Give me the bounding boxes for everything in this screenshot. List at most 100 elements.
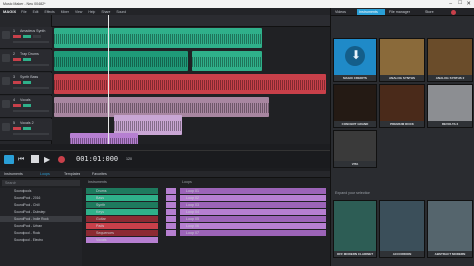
play-button[interactable]: ▶	[44, 155, 50, 164]
instrument-tile[interactable]: PREMIUM ROCK	[379, 84, 425, 128]
volume-slider[interactable]	[13, 110, 49, 112]
instrument-tile[interactable]: VITA	[333, 130, 377, 168]
loop-item[interactable]: Loop 06	[180, 223, 326, 229]
track-header-4[interactable]: 4 Vocals	[0, 96, 52, 118]
loop-button[interactable]	[4, 155, 14, 164]
loop-play-button[interactable]	[166, 230, 176, 236]
menu-sound[interactable]: Sound	[116, 10, 126, 14]
record-button[interactable]	[58, 156, 65, 163]
audio-object[interactable]	[114, 115, 182, 135]
notification-badge[interactable]	[451, 9, 456, 15]
loop-play-button[interactable]	[166, 195, 176, 201]
loop-play-button[interactable]	[166, 216, 176, 222]
menu-file[interactable]: File	[21, 10, 26, 14]
instrument-item[interactable]: Vocals	[86, 237, 158, 243]
instrument-tile[interactable]: REVOLTA 2	[427, 84, 473, 128]
instrument-tile[interactable]: ANALOG SYNTHS 2	[427, 38, 473, 82]
mute-button[interactable]	[13, 104, 21, 107]
tab-favorites[interactable]: Favorites	[92, 172, 107, 177]
track-name[interactable]: Amadeus Synth	[20, 29, 50, 34]
volume-slider[interactable]	[13, 64, 49, 66]
playhead[interactable]	[108, 15, 109, 144]
store-tile[interactable]: ACCORDION	[379, 200, 425, 258]
solo-button[interactable]	[23, 35, 31, 38]
volume-slider[interactable]	[13, 41, 49, 43]
loop-item[interactable]: Loop 05	[180, 216, 326, 222]
volume-slider[interactable]	[13, 133, 49, 135]
tab-templates[interactable]: Templates	[64, 172, 80, 177]
sidebar-item[interactable]: Soundpool - Rock	[0, 230, 82, 236]
audio-object[interactable]	[192, 51, 262, 71]
menu-view[interactable]: View	[75, 10, 82, 14]
mute-button[interactable]	[13, 58, 21, 61]
tempo-display[interactable]: 120	[126, 157, 132, 162]
track-header-2[interactable]: 2 Trap Drums	[0, 50, 52, 72]
mute-button[interactable]	[13, 35, 21, 38]
close-icon[interactable]: ✕	[466, 1, 471, 7]
instrument-item[interactable]: Synth	[86, 202, 158, 208]
sidebar-item[interactable]: SoundPool - 2016	[0, 195, 82, 201]
instrument-item[interactable]: Guitar	[86, 216, 158, 222]
rewind-icon[interactable]: ⏮	[18, 155, 24, 164]
mute-button[interactable]	[13, 81, 21, 84]
track-name[interactable]: Synth Bass	[20, 75, 50, 80]
loop-item[interactable]: Loop 02	[180, 195, 326, 201]
loop-item[interactable]: Loop 03	[180, 202, 326, 208]
search-input[interactable]: Search	[2, 180, 80, 186]
track-header-5[interactable]: 5 Vocals 2	[0, 119, 52, 141]
audio-object[interactable]	[54, 74, 326, 94]
track-name[interactable]: Vocals 2	[20, 121, 50, 126]
sidebar-item[interactable]: SoundPool - Urban	[0, 223, 82, 229]
audio-object[interactable]	[70, 133, 138, 144]
record-arm-button[interactable]	[33, 35, 41, 38]
sidebar-item[interactable]: Soundpools	[0, 188, 82, 194]
audio-object[interactable]	[54, 28, 262, 48]
audio-object[interactable]	[54, 97, 269, 117]
instrument-tile[interactable]: ⬇ MAGIX CREDITS	[333, 38, 377, 82]
stop-button[interactable]	[31, 155, 39, 163]
loop-play-button[interactable]	[166, 209, 176, 215]
instrument-tile[interactable]: CONCERT GRAND	[333, 84, 377, 128]
menu-effects[interactable]: Effects	[44, 10, 54, 14]
instrument-item[interactable]: Sequences	[86, 230, 158, 236]
instrument-item[interactable]: Keys	[86, 209, 158, 215]
instrument-item[interactable]: Drums	[86, 188, 158, 194]
sidebar-item[interactable]: Soundpool - Electro	[0, 237, 82, 243]
loop-play-button[interactable]	[166, 202, 176, 208]
store-tile[interactable]: OFF MODERN CLARINET	[333, 200, 377, 258]
timeline-ruler[interactable]	[52, 15, 330, 27]
tab-loops[interactable]: Loops	[40, 172, 50, 177]
volume-slider[interactable]	[13, 87, 49, 89]
track-header-3[interactable]: 3 Synth Bass	[0, 73, 52, 95]
tab-file-manager[interactable]: File manager	[389, 10, 410, 15]
track-name[interactable]: Vocals	[20, 98, 50, 103]
tab-store[interactable]: Store	[425, 10, 434, 15]
instrument-item[interactable]: Bass	[86, 195, 158, 201]
loop-play-button[interactable]	[166, 223, 176, 229]
menu-mixer[interactable]: Mixer	[61, 10, 69, 14]
loop-item[interactable]: Loop 07	[180, 230, 326, 236]
audio-object[interactable]	[54, 51, 188, 71]
loop-play-button[interactable]	[166, 188, 176, 194]
minimize-icon[interactable]: –	[449, 1, 452, 7]
solo-button[interactable]	[23, 58, 31, 61]
menu-share[interactable]: Share	[101, 10, 110, 14]
menu-edit[interactable]: Edit	[33, 10, 39, 14]
mute-button[interactable]	[13, 127, 21, 130]
instrument-tile[interactable]: ANALOG SYNTHS	[379, 38, 425, 82]
maximize-icon[interactable]: □	[458, 0, 462, 6]
loop-item[interactable]: Loop 01	[180, 188, 326, 194]
solo-button[interactable]	[23, 127, 31, 130]
sidebar-item[interactable]: SoundPool - Indie Rock	[0, 216, 82, 222]
sidebar-item[interactable]: SoundPool - Chill	[0, 202, 82, 208]
track-header-1[interactable]: 1 Amadeus Synth	[0, 27, 52, 49]
tab-videos[interactable]: Videos	[335, 10, 346, 15]
menu-help[interactable]: Help	[88, 10, 95, 14]
loop-item[interactable]: Loop 04	[180, 209, 326, 215]
arrangement-area[interactable]	[52, 15, 330, 144]
instrument-item[interactable]: Pads	[86, 223, 158, 229]
solo-button[interactable]	[23, 81, 31, 84]
tab-instruments[interactable]: Instruments	[4, 172, 23, 177]
solo-button[interactable]	[23, 104, 31, 107]
track-name[interactable]: Trap Drums	[20, 52, 50, 57]
